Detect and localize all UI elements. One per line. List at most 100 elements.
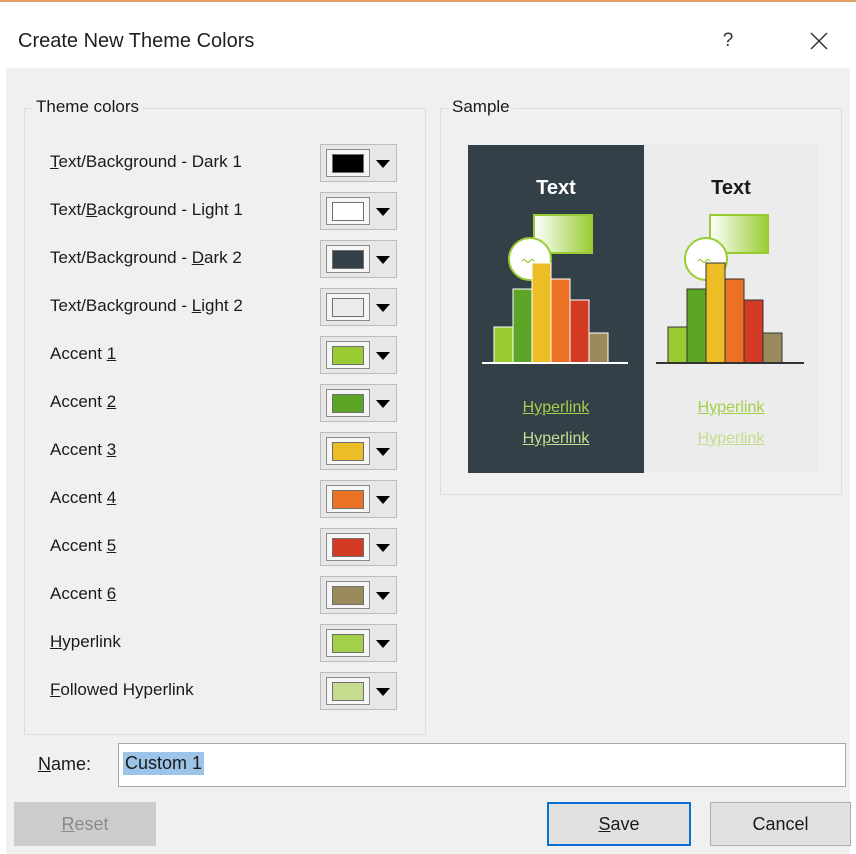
reset-button-rest: eset	[74, 813, 109, 834]
theme-color-label: Hyperlink	[50, 632, 121, 652]
sample-dark-bar	[550, 278, 571, 364]
color-picker-button[interactable]	[320, 384, 397, 422]
color-swatch	[332, 346, 364, 365]
theme-color-row: Accent 1	[25, 336, 425, 376]
color-swatch-frame	[326, 629, 370, 657]
theme-color-row: Accent 2	[25, 384, 425, 424]
theme-color-label-pre: Accent	[50, 488, 107, 507]
theme-colors-group-label: Theme colors	[33, 97, 142, 117]
theme-color-label-pre: Text/Background -	[50, 296, 192, 315]
cancel-button[interactable]: Cancel	[710, 802, 851, 846]
dropdown-arrow-icon	[376, 256, 390, 264]
name-input-value: Custom 1	[123, 752, 205, 775]
theme-color-label-accesskey: 3	[106, 440, 117, 459]
theme-colors-group: Theme colors Text/Background - Dark 1 Tex…	[24, 97, 426, 735]
color-swatch-frame	[326, 245, 370, 273]
theme-color-label: Accent 5	[50, 536, 116, 556]
theme-color-label-accesskey: 6	[106, 584, 117, 603]
color-swatch-frame	[326, 197, 370, 225]
title-bar: Create New Theme Colors ?	[0, 2, 856, 68]
theme-color-label-pre: Text/	[50, 200, 86, 219]
save-button[interactable]: Save	[547, 802, 691, 846]
theme-color-label-pre: Text/Background -	[50, 248, 192, 267]
color-picker-button[interactable]	[320, 432, 397, 470]
color-swatch	[332, 682, 364, 701]
color-swatch	[332, 490, 364, 509]
theme-color-label-post: yperlink	[62, 632, 121, 651]
theme-color-label: Text/Background - Light 1	[50, 200, 243, 220]
help-button[interactable]: ?	[712, 26, 744, 56]
theme-color-row: Text/Background - Dark 1	[25, 144, 425, 184]
theme-color-label-pre: Accent	[50, 440, 107, 459]
color-swatch-frame	[326, 437, 370, 465]
theme-color-label: Accent 3	[50, 440, 116, 460]
name-label-accesskey: N	[38, 754, 51, 774]
theme-color-label-post: ollowed Hyperlink	[60, 680, 194, 699]
color-picker-button[interactable]	[320, 192, 397, 230]
dropdown-arrow-icon	[376, 208, 390, 216]
color-picker-button[interactable]	[320, 240, 397, 278]
theme-color-row: Accent 4	[25, 480, 425, 520]
theme-color-label-accesskey: F	[50, 680, 61, 699]
color-picker-button[interactable]	[320, 144, 397, 182]
theme-color-label-pre: Accent	[50, 344, 107, 363]
color-picker-button[interactable]	[320, 624, 397, 662]
color-picker-button[interactable]	[320, 576, 397, 614]
dropdown-arrow-icon	[376, 400, 390, 408]
color-swatch	[332, 538, 364, 557]
theme-color-label-accesskey: L	[191, 296, 202, 315]
name-input[interactable]: Custom 1	[118, 743, 846, 787]
name-label-rest: ame:	[51, 754, 92, 774]
dialog-title: Create New Theme Colors	[18, 30, 255, 52]
color-swatch	[332, 442, 364, 461]
color-picker-button[interactable]	[320, 336, 397, 374]
theme-color-label: Text/Background - Dark 1	[50, 152, 242, 172]
theme-color-label: Followed Hyperlink	[50, 680, 194, 700]
reset-button[interactable]: Reset	[14, 802, 156, 846]
color-swatch-frame	[326, 293, 370, 321]
color-picker-button[interactable]	[320, 672, 397, 710]
sample-light-bar	[743, 299, 764, 364]
color-swatch-frame	[326, 677, 370, 705]
theme-color-label-accesskey: 1	[106, 344, 117, 363]
theme-color-label-post: ackground - Light 1	[97, 200, 243, 219]
theme-color-row: Accent 6	[25, 576, 425, 616]
color-picker-button[interactable]	[320, 480, 397, 518]
theme-color-row: Hyperlink	[25, 624, 425, 664]
color-swatch-frame	[326, 581, 370, 609]
theme-color-row: Text/Background - Light 2	[25, 288, 425, 328]
name-label: Name:	[38, 754, 91, 775]
sample-light-followed-hyperlink: Hyperlink	[697, 430, 765, 447]
color-swatch	[332, 586, 364, 605]
color-swatch-frame	[326, 533, 370, 561]
sample-light-hyperlink: Hyperlink	[697, 399, 765, 416]
color-swatch	[332, 634, 364, 653]
color-swatch-frame	[326, 341, 370, 369]
close-button[interactable]	[802, 24, 836, 58]
theme-color-label-accesskey: 4	[106, 488, 117, 507]
theme-color-label-post: ark 2	[204, 248, 242, 267]
close-icon	[810, 32, 828, 50]
color-picker-button[interactable]	[320, 528, 397, 566]
dropdown-arrow-icon	[376, 448, 390, 456]
theme-color-label-accesskey: B	[85, 200, 98, 219]
sample-light-panel: Text Hyperlink Hyperlink	[644, 145, 818, 473]
sample-dark-bar	[569, 299, 590, 364]
dropdown-arrow-icon	[376, 496, 390, 504]
color-swatch-frame	[326, 485, 370, 513]
sample-dark-shapes	[482, 214, 628, 364]
sample-light-bar	[762, 332, 783, 364]
theme-color-label-pre: Accent	[50, 536, 107, 555]
theme-color-label-pre: Accent	[50, 584, 107, 603]
sample-dark-bar	[512, 288, 533, 364]
save-button-rest: ave	[610, 813, 640, 834]
sample-light-bar	[686, 288, 707, 364]
dropdown-arrow-icon	[376, 160, 390, 168]
theme-color-label: Accent 1	[50, 344, 116, 364]
dropdown-arrow-icon	[376, 544, 390, 552]
sample-dark-bar	[531, 262, 552, 364]
dropdown-arrow-icon	[376, 592, 390, 600]
color-picker-button[interactable]	[320, 288, 397, 326]
sample-light-shapes	[656, 214, 804, 364]
theme-color-row: Text/Background - Light 1	[25, 192, 425, 232]
